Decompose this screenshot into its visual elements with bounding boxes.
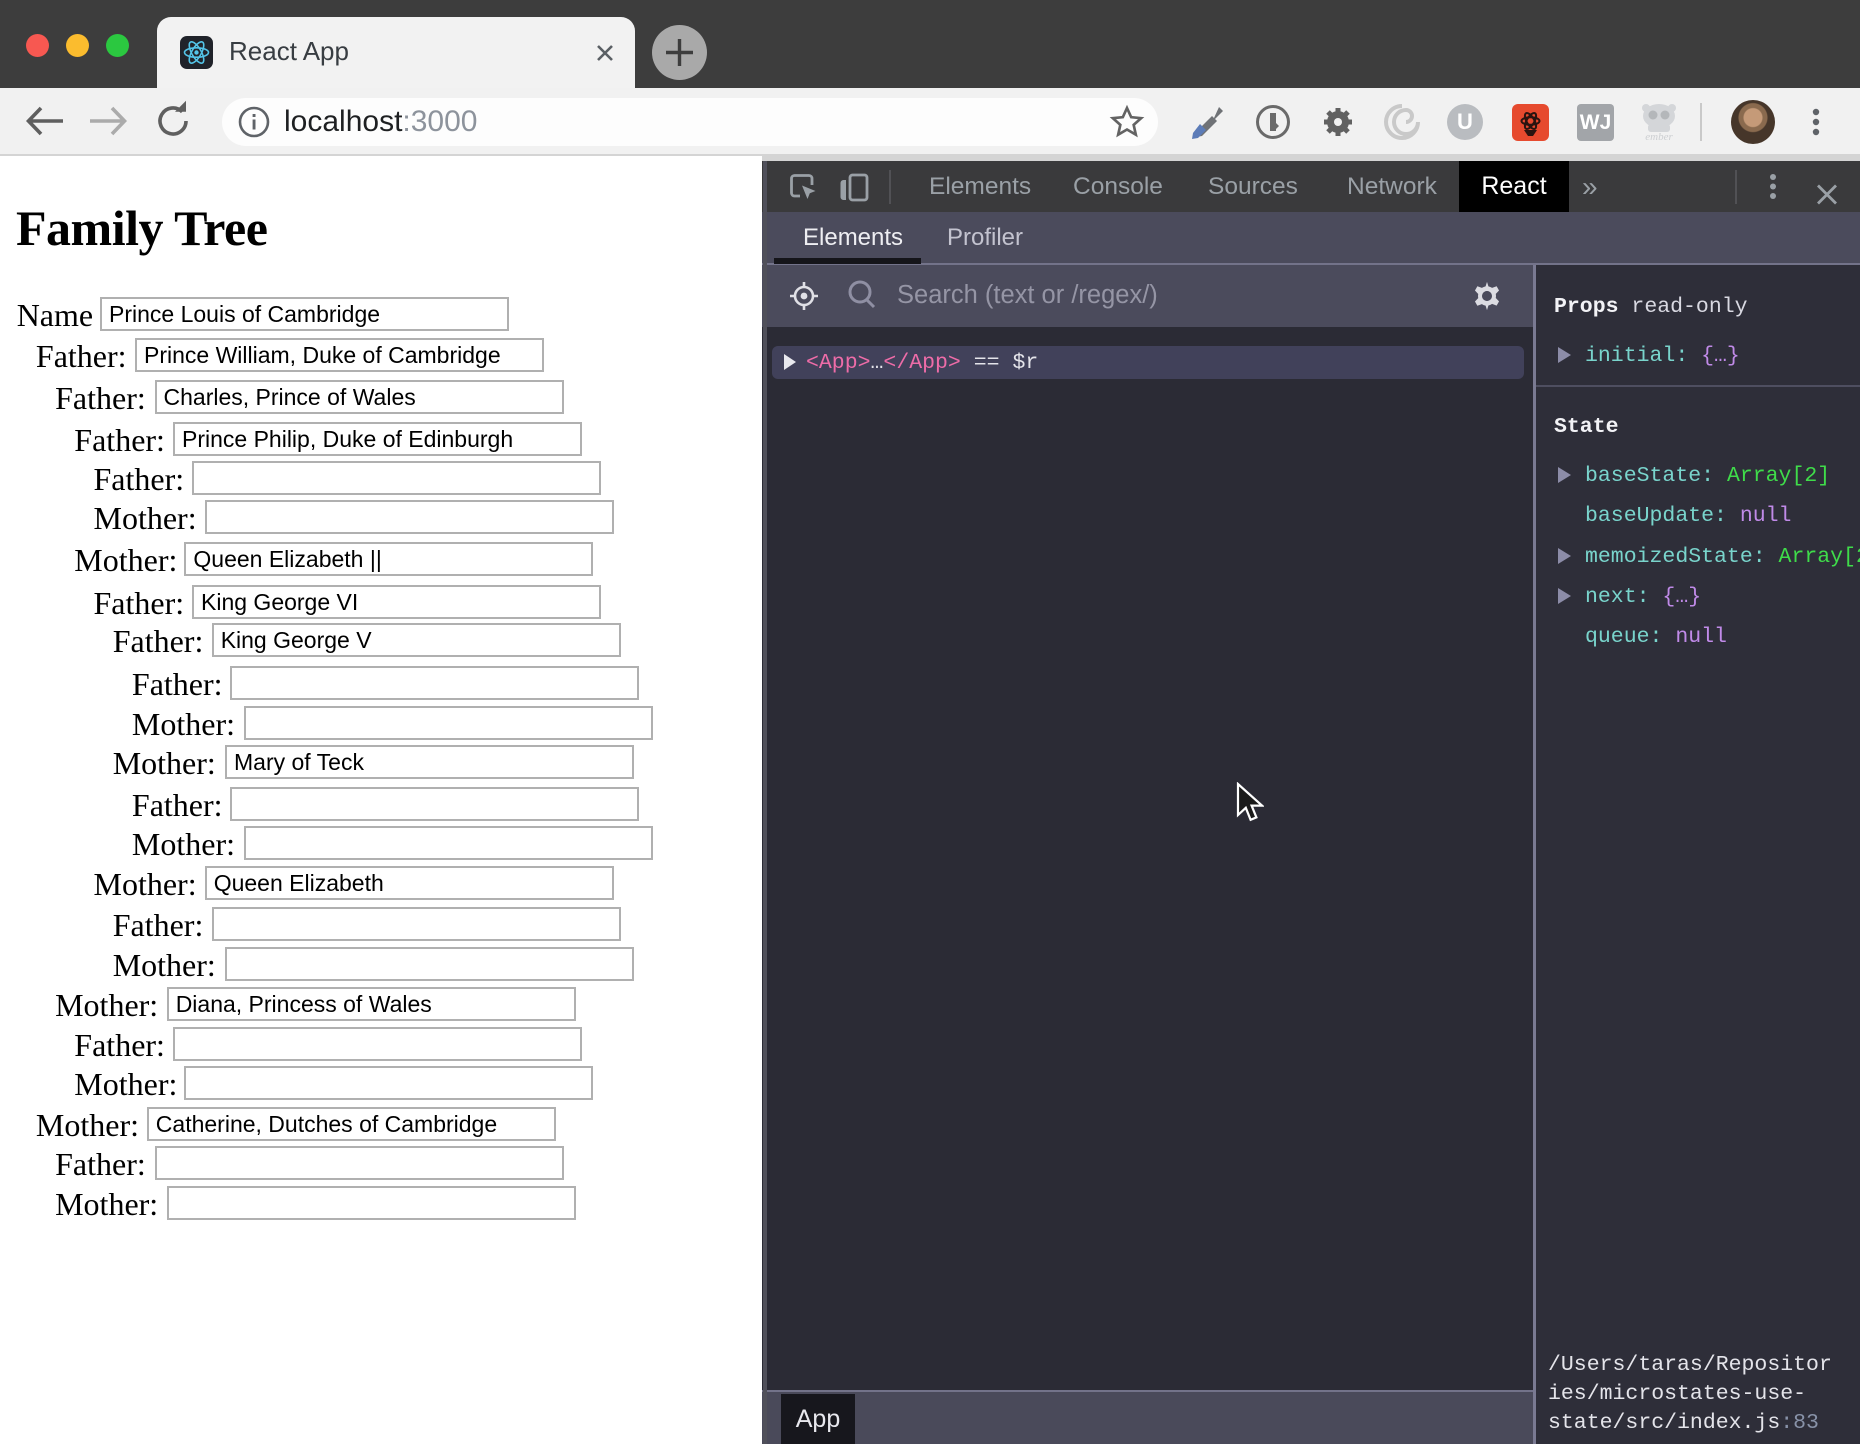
svg-text:ember: ember bbox=[1645, 131, 1673, 143]
